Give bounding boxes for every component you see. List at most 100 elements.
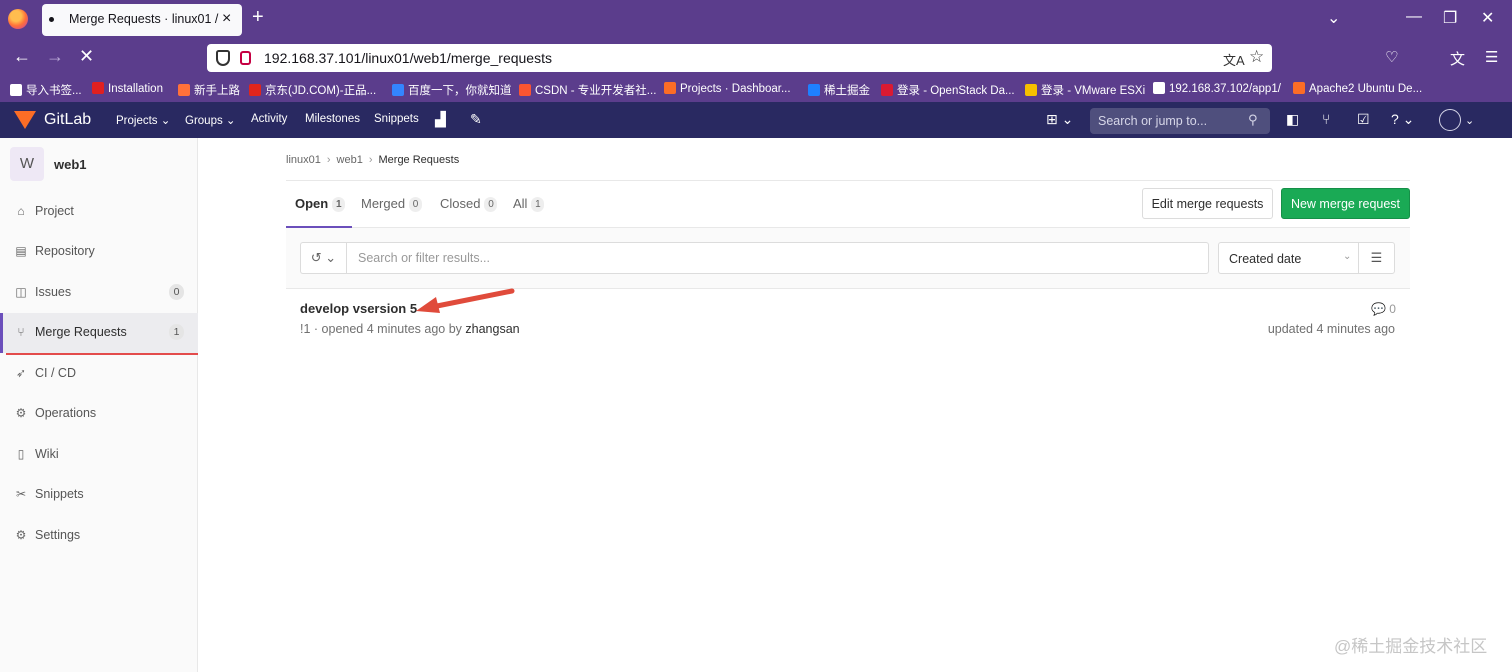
recent-searches-button[interactable]: ↺ ⌄ xyxy=(300,242,346,274)
breadcrumb-namespace[interactable]: linux01 xyxy=(286,154,321,166)
chart-icon[interactable]: ▟ xyxy=(435,111,446,128)
bookmark-label: 新手上路 xyxy=(194,85,240,97)
tab-count: 1 xyxy=(531,197,545,212)
bookmark-favicon-icon xyxy=(392,84,404,96)
nav-activity[interactable]: Activity xyxy=(251,113,287,125)
window-close-icon[interactable]: ✕ xyxy=(1481,8,1494,28)
sidebar-item-repository[interactable]: ▤ Repository xyxy=(0,232,198,272)
gitlab-logo-icon[interactable] xyxy=(14,111,36,129)
bookmark-label: 导入书签... xyxy=(26,85,82,97)
merge-request-comments[interactable]: 💬 0 xyxy=(1371,302,1396,316)
project-name[interactable]: web1 xyxy=(54,157,87,172)
chevron-down-icon[interactable]: ⌄ xyxy=(1465,114,1474,127)
global-search[interactable]: ⚲ xyxy=(1090,108,1270,134)
merge-request-title[interactable]: develop vsersion 5 xyxy=(300,301,417,316)
tab-closed[interactable]: Closed 0 xyxy=(440,196,498,212)
bookmark-item[interactable]: 稀土掘金 xyxy=(808,82,870,98)
list-all-tabs-icon[interactable]: ⌄ xyxy=(1327,8,1340,28)
nav-snippets[interactable]: Snippets xyxy=(374,113,419,125)
bookmark-item[interactable]: 百度一下，你就知道 xyxy=(392,82,512,98)
sidebar-item-wiki[interactable]: ▯ Wiki xyxy=(0,435,198,475)
user-avatar[interactable] xyxy=(1439,109,1461,131)
tab-title: Merge Requests · linux01 / web1 xyxy=(69,12,219,26)
gitlab-header: GitLab Projects ⌄ Groups ⌄ Activity Mile… xyxy=(0,102,1512,138)
book-icon: ▤ xyxy=(15,244,27,258)
sidebar-item-issues[interactable]: ◫ Issues 0 xyxy=(0,273,198,313)
scissors-icon: ✂ xyxy=(15,487,27,501)
wrench-icon[interactable]: ✎ xyxy=(470,111,482,128)
firefox-icon[interactable] xyxy=(8,9,28,29)
global-search-input[interactable] xyxy=(1090,108,1240,134)
url-bar[interactable]: 192.168.37.101/linux01/web1/merge_reques… xyxy=(207,44,1272,72)
app-menu-icon[interactable]: ☰ xyxy=(1485,48,1498,66)
tab-merged[interactable]: Merged 0 xyxy=(361,196,423,212)
bookmark-favicon-icon xyxy=(1153,82,1165,94)
project-avatar[interactable]: W xyxy=(10,147,44,181)
bookmark-item[interactable]: Installation xyxy=(92,82,163,95)
tab-open[interactable]: Open 1 xyxy=(295,196,346,212)
pocket-icon[interactable]: ♡ xyxy=(1385,48,1398,66)
todos-icon[interactable]: ☑ xyxy=(1357,111,1370,128)
tab-count: 0 xyxy=(409,197,423,212)
sort-dropdown[interactable]: Created date ⌄ xyxy=(1218,242,1359,274)
gitlab-brand[interactable]: GitLab xyxy=(44,111,91,129)
plus-square-icon[interactable]: ⊞ ⌄ xyxy=(1046,111,1073,128)
sidebar-item-settings[interactable]: ⚙ Settings xyxy=(0,516,198,556)
sidebar-toggle-icon[interactable]: ◧ xyxy=(1286,111,1299,128)
sidebar-item-snippets[interactable]: ✂ Snippets xyxy=(0,475,198,515)
bookmark-label: Installation xyxy=(108,83,163,95)
sort-direction-button[interactable]: ☰ xyxy=(1358,242,1395,274)
tab-close-icon[interactable]: × xyxy=(222,10,231,28)
bookmark-favicon-icon xyxy=(808,84,820,96)
sidebar-item-merge-requests[interactable]: ⑂ Merge Requests 1 xyxy=(0,313,198,353)
nav-milestones[interactable]: Milestones xyxy=(305,113,360,125)
new-merge-request-button[interactable]: New merge request xyxy=(1281,188,1410,219)
translate-extension-icon[interactable]: 文 xyxy=(1450,48,1465,69)
sidebar-item-operations[interactable]: ⚙ Operations xyxy=(0,394,198,434)
browser-tab[interactable]: Merge Requests · linux01 / web1 × xyxy=(42,4,242,36)
breadcrumb-current[interactable]: Merge Requests xyxy=(379,154,460,166)
bookmark-item[interactable]: 新手上路 xyxy=(178,82,240,98)
edit-merge-requests-button[interactable]: Edit merge requests xyxy=(1142,188,1273,219)
merge-requests-icon[interactable]: ⑂ xyxy=(1322,111,1330,127)
wiki-icon: ▯ xyxy=(17,447,25,461)
breadcrumb-project[interactable]: web1 xyxy=(337,154,363,166)
nav-groups[interactable]: Groups ⌄ xyxy=(185,113,236,127)
sidebar-item-ci-cd[interactable]: ➶ CI / CD xyxy=(0,354,198,394)
minimize-icon[interactable]: — xyxy=(1406,8,1422,26)
bookmark-item[interactable]: 192.168.37.102/app1/ xyxy=(1153,82,1281,95)
bookmark-item[interactable]: CSDN - 专业开发者社... xyxy=(519,82,656,98)
merge-request-ref[interactable]: !1 xyxy=(300,322,310,336)
help-icon[interactable]: ? ⌄ xyxy=(1391,111,1414,128)
bookmark-item[interactable]: 导入书签... xyxy=(10,82,82,98)
restore-icon[interactable]: ❐ xyxy=(1443,8,1457,28)
sidebar-count-badge: 0 xyxy=(169,284,184,300)
breadcrumb-separator-icon: › xyxy=(326,154,331,166)
nav-projects[interactable]: Projects ⌄ xyxy=(116,113,170,127)
translate-icon[interactable]: 文A xyxy=(1223,50,1245,69)
annotation-underline xyxy=(6,353,198,355)
merge-request-meta: !1 · opened 4 minutes ago by zhangsan xyxy=(300,322,520,336)
bookmark-star-icon[interactable]: ☆ xyxy=(1249,47,1264,67)
bookmark-item[interactable]: Projects · Dashboar... xyxy=(664,82,791,95)
stop-loading-icon[interactable]: ✕ xyxy=(79,46,94,67)
merge-request-opened: · opened 4 minutes ago by xyxy=(310,322,466,336)
bookmark-label: 百度一下，你就知道 xyxy=(408,85,512,97)
url-text[interactable]: 192.168.37.101/linux01/web1/merge_reques… xyxy=(264,50,552,66)
bookmark-item[interactable]: 京东(JD.COM)-正品... xyxy=(249,82,376,98)
bookmark-item[interactable]: 登录 - OpenStack Da... xyxy=(881,82,1015,98)
tracking-shield-icon[interactable] xyxy=(216,50,230,66)
merge-request-author[interactable]: zhangsan xyxy=(465,322,519,336)
back-icon[interactable]: ← xyxy=(13,46,31,67)
forward-icon[interactable]: → xyxy=(46,46,64,67)
tab-all[interactable]: All 1 xyxy=(513,196,545,212)
new-tab-button[interactable]: + xyxy=(252,6,264,29)
filter-input[interactable] xyxy=(346,242,1209,274)
settings-icon: ⚙ xyxy=(15,528,27,542)
insecure-lock-icon[interactable] xyxy=(240,51,251,65)
bookmark-favicon-icon xyxy=(1293,82,1305,94)
bookmark-item[interactable]: 登录 - VMware ESXi xyxy=(1025,82,1145,98)
sidebar-item-project[interactable]: ⌂ Project xyxy=(0,192,198,232)
watermark: @稀土掘金技术社区 xyxy=(1334,637,1488,656)
bookmark-item[interactable]: Apache2 Ubuntu De... xyxy=(1293,82,1422,95)
